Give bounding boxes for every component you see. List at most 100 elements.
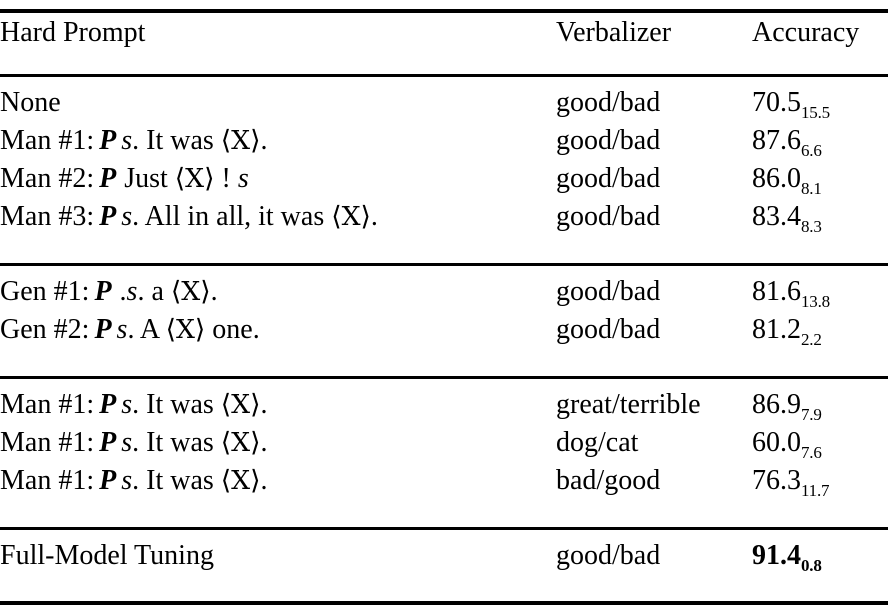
section-gap-before-generated-prompts bbox=[0, 241, 888, 250]
rule-line bbox=[0, 514, 888, 530]
cell-verbalizer: good/bad bbox=[556, 201, 661, 232]
table-row: Man #1: Ps. It was ⟨X⟩. great/terrible 86.9… bbox=[0, 391, 888, 429]
prompt-placeholder-P: P bbox=[94, 314, 112, 345]
cell-hard-prompt: Man #1: Ps. It was ⟨X⟩. bbox=[0, 465, 268, 496]
column-header-verbalizer: Verbalizer bbox=[556, 17, 672, 48]
accuracy-value: 83.4 bbox=[752, 201, 801, 232]
cell-hard-prompt: Man #3: Ps. All in all, it was ⟨X⟩. bbox=[0, 201, 378, 232]
cell-verbalizer: great/terrible bbox=[556, 389, 701, 420]
section-rule-generated-prompts bbox=[0, 250, 888, 266]
section-gap-before-verbalizer-ablation bbox=[0, 354, 888, 363]
cell-hard-prompt: Man #1: Ps. It was ⟨X⟩. bbox=[0, 125, 268, 156]
cell-verbalizer: good/bad bbox=[556, 125, 661, 156]
cell-verbalizer: good/bad bbox=[556, 540, 661, 571]
column-header-accuracy: Accuracy bbox=[752, 17, 860, 48]
table-row: Man #1: Ps. It was ⟨X⟩. dog/cat 60.07.6 bbox=[0, 429, 888, 467]
accuracy-value: 70.5 bbox=[752, 87, 801, 118]
table-top-rule bbox=[0, 0, 888, 13]
table-body: Hard Prompt Verbalizer Accuracy None good/ba… bbox=[0, 0, 888, 605]
rule-line bbox=[0, 61, 888, 77]
prompt-placeholder-s: s bbox=[116, 314, 128, 345]
accuracy-stddev: 8.1 bbox=[801, 179, 822, 198]
mask-token-X: ⟨X⟩ bbox=[170, 276, 211, 307]
rule-line bbox=[0, 589, 888, 605]
accuracy-value: 86.0 bbox=[752, 163, 801, 194]
section-rule-full-model-tuning bbox=[0, 514, 888, 530]
accuracy-value: 81.6 bbox=[752, 276, 801, 307]
mask-token-X: ⟨X⟩ bbox=[220, 389, 261, 420]
section-rule-verbalizer-ablation bbox=[0, 363, 888, 379]
prompt-placeholder-s: s bbox=[121, 125, 133, 156]
mask-token-X: ⟨X⟩ bbox=[165, 314, 206, 345]
accuracy-value: 60.0 bbox=[752, 427, 801, 458]
results-table-figure: Hard Prompt Verbalizer Accuracy None good/ba… bbox=[0, 0, 888, 605]
accuracy-stddev: 15.5 bbox=[801, 103, 830, 122]
accuracy-value: 91.4 bbox=[752, 540, 801, 571]
prompt-placeholder-P: P bbox=[94, 276, 112, 307]
accuracy-stddev: 0.8 bbox=[801, 556, 822, 575]
prompt-placeholder-s: s bbox=[237, 163, 249, 194]
prompt-placeholder-P: P bbox=[99, 427, 117, 458]
table-row: Full-Model Tuning good/bad 91.40.8 bbox=[0, 542, 888, 580]
cell-accuracy: 86.08.1 bbox=[752, 165, 888, 203]
cell-hard-prompt: Full-Model Tuning bbox=[0, 540, 214, 571]
accuracy-value: 86.9 bbox=[752, 389, 801, 420]
cell-accuracy: 83.48.3 bbox=[752, 203, 888, 241]
table-bottom-rule bbox=[0, 589, 888, 605]
cell-verbalizer: bad/good bbox=[556, 465, 661, 496]
mask-token-X: ⟨X⟩ bbox=[220, 465, 261, 496]
results-table: Hard Prompt Verbalizer Accuracy None good/ba… bbox=[0, 0, 888, 605]
cell-hard-prompt: Gen #1: P .s. a ⟨X⟩. bbox=[0, 276, 218, 307]
prompt-placeholder-s: s bbox=[121, 465, 133, 496]
header-bottom-rule bbox=[0, 61, 888, 77]
prompt-placeholder-P: P bbox=[99, 125, 117, 156]
prompt-placeholder-P: P bbox=[99, 465, 117, 496]
accuracy-stddev: 7.9 bbox=[801, 405, 822, 424]
cell-hard-prompt: Man #1: Ps. It was ⟨X⟩. bbox=[0, 427, 268, 458]
cell-verbalizer: dog/cat bbox=[556, 427, 639, 458]
cell-verbalizer: good/bad bbox=[556, 87, 661, 118]
table-row: Gen #2: Ps. A ⟨X⟩ one. good/bad 81.22.2 bbox=[0, 316, 888, 354]
accuracy-stddev: 7.6 bbox=[801, 443, 822, 462]
accuracy-stddev: 13.8 bbox=[801, 292, 830, 311]
rule-line bbox=[0, 0, 888, 13]
mask-token-X: ⟨X⟩ bbox=[174, 163, 215, 194]
cell-verbalizer: good/bad bbox=[556, 314, 661, 345]
accuracy-stddev: 6.6 bbox=[801, 141, 822, 160]
prompt-placeholder-P: P bbox=[99, 163, 117, 194]
table-bottom-gap bbox=[0, 580, 888, 589]
cell-verbalizer: good/bad bbox=[556, 163, 661, 194]
cell-accuracy: 70.515.5 bbox=[752, 89, 888, 127]
cell-accuracy: 86.97.9 bbox=[752, 391, 888, 429]
prompt-placeholder-s: s bbox=[121, 201, 133, 232]
rule-line bbox=[0, 250, 888, 266]
cell-accuracy: 81.22.2 bbox=[752, 316, 888, 354]
accuracy-stddev: 8.3 bbox=[801, 217, 822, 236]
section-gap-before-full-model-tuning bbox=[0, 505, 888, 514]
prompt-placeholder-s: s bbox=[121, 389, 133, 420]
cell-accuracy: 76.311.7 bbox=[752, 467, 888, 505]
prompt-placeholder-P: P bbox=[99, 389, 117, 420]
prompt-placeholder-P: P bbox=[99, 201, 117, 232]
table-row: Man #1: Ps. It was ⟨X⟩. bad/good 76.311.7 bbox=[0, 467, 888, 505]
cell-accuracy: 60.07.6 bbox=[752, 429, 888, 467]
mask-token-X: ⟨X⟩ bbox=[220, 125, 261, 156]
prompt-placeholder-s: s bbox=[121, 427, 133, 458]
cell-verbalizer: good/bad bbox=[556, 276, 661, 307]
table-row: None good/bad 70.515.5 bbox=[0, 89, 888, 127]
table-row: Man #1: Ps. It was ⟨X⟩. good/bad 87.66.6 bbox=[0, 127, 888, 165]
accuracy-stddev: 2.2 bbox=[801, 330, 822, 349]
cell-hard-prompt: None bbox=[0, 87, 61, 118]
column-header-hard-prompt: Hard Prompt bbox=[0, 17, 146, 48]
accuracy-value: 87.6 bbox=[752, 125, 801, 156]
table-row: Man #2: P Just ⟨X⟩ ! s good/bad 86.08.1 bbox=[0, 165, 888, 203]
mask-token-X: ⟨X⟩ bbox=[220, 427, 261, 458]
table-row: Gen #1: P .s. a ⟨X⟩. good/bad 81.613.8 bbox=[0, 278, 888, 316]
table-header-row: Hard Prompt Verbalizer Accuracy bbox=[0, 11, 888, 61]
cell-accuracy: 91.40.8 bbox=[752, 542, 888, 580]
cell-hard-prompt: Man #1: Ps. It was ⟨X⟩. bbox=[0, 389, 268, 420]
mask-token-X: ⟨X⟩ bbox=[331, 201, 371, 232]
cell-accuracy: 81.613.8 bbox=[752, 278, 888, 316]
cell-accuracy: 87.66.6 bbox=[752, 127, 888, 165]
prompt-placeholder-s: s bbox=[126, 276, 138, 307]
